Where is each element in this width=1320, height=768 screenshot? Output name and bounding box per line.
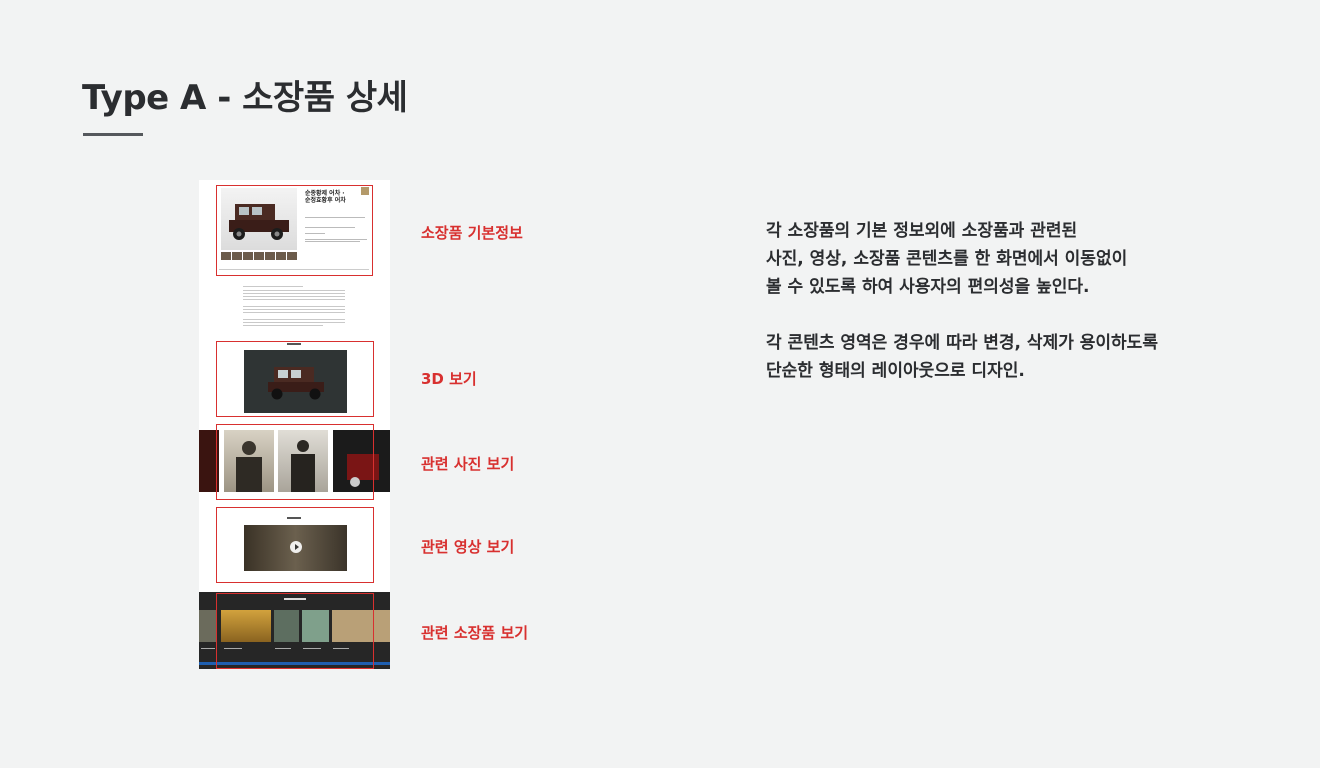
play-icon (290, 541, 302, 553)
museum-emblem (361, 187, 369, 195)
label-related-objects: 관련 소장품 보기 (421, 624, 529, 642)
related-photos-strip (199, 430, 390, 492)
car-image (229, 204, 289, 240)
related-objects-strip (199, 592, 390, 669)
object-title: 순종황제 어차 · 순정효황후 어차 (305, 190, 346, 204)
object-title-line1: 순종황제 어차 · (305, 190, 345, 197)
label-related-photos: 관련 사진 보기 (421, 455, 515, 473)
object-title-line2: 순정효황후 어차 (305, 197, 346, 204)
3d-viewer (244, 350, 347, 413)
video-section-heading (287, 517, 301, 519)
thumbnail-strip (221, 252, 297, 260)
car-photo (221, 188, 297, 250)
page-title: Type A - 소장품 상세 (82, 78, 408, 118)
label-related-videos: 관련 영상 보기 (421, 538, 515, 556)
detail-page-mockup: 순종황제 어차 · 순정효황후 어차 (199, 180, 390, 669)
3d-car-image (268, 367, 324, 400)
3d-section-heading (287, 343, 301, 345)
label-basic-info: 소장품 기본정보 (421, 224, 523, 242)
description-paragraph-2: 각 콘텐츠 영역은 경우에 따라 변경, 삭제가 용이하도록 단순한 형태의 레… (766, 333, 1158, 381)
description-paragraph-1: 각 소장품의 기본 정보외에 소장품과 관련된 사진, 영상, 소장품 콘텐츠를… (766, 221, 1128, 297)
label-3d-view: 3D 보기 (421, 370, 477, 388)
title-underline (83, 133, 143, 136)
